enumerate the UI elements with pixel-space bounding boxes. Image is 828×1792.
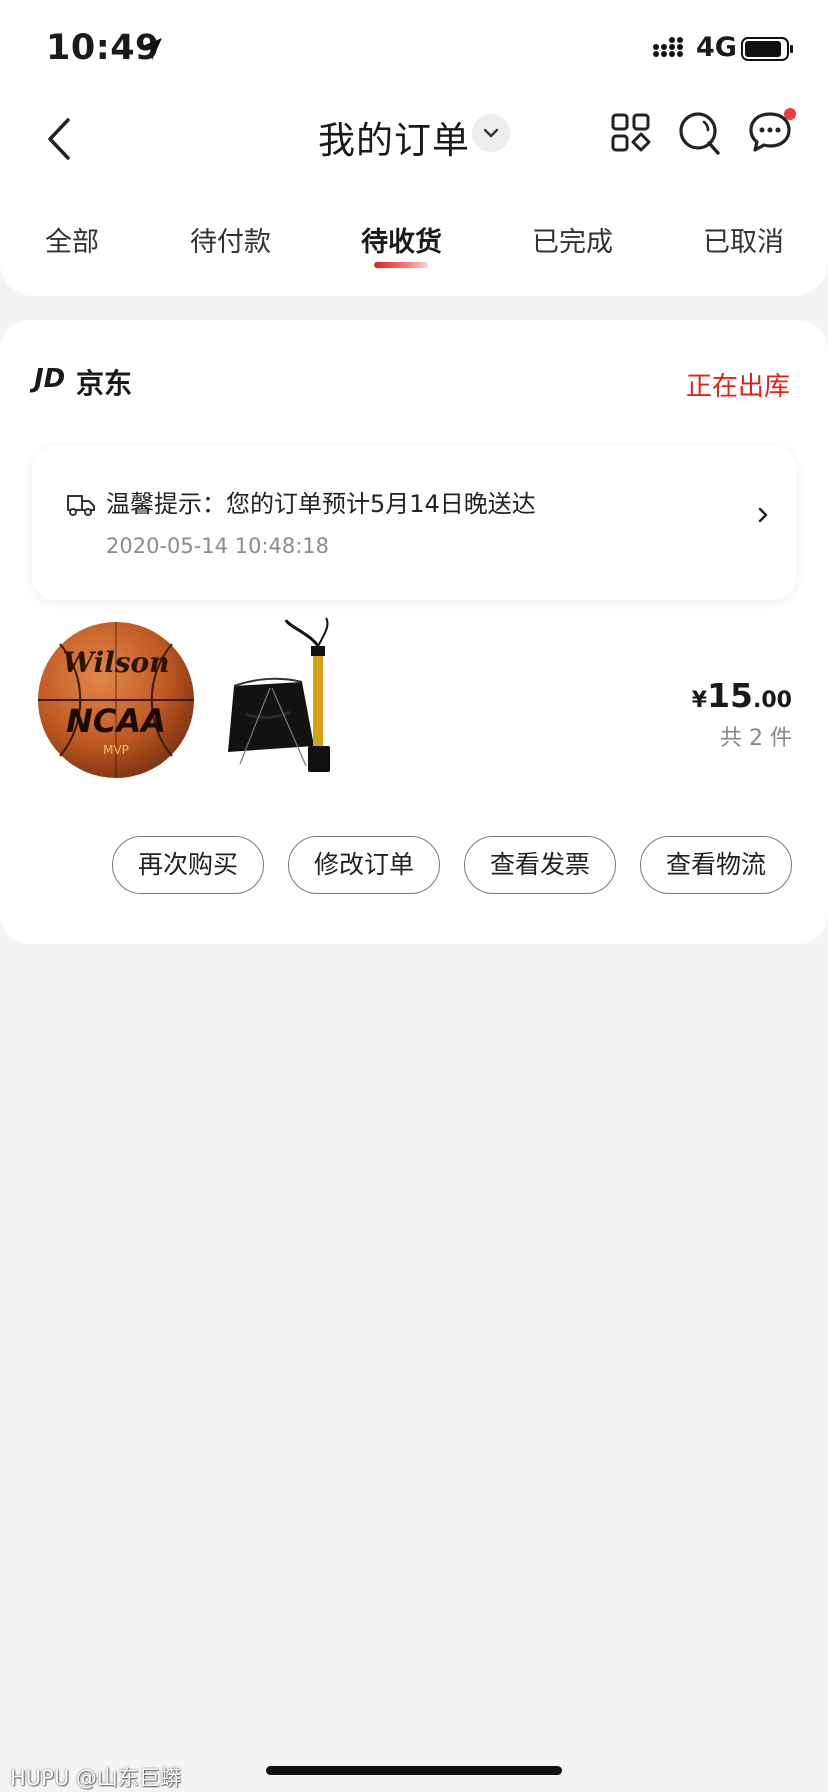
tab-cancelled[interactable]: 已取消 [703,220,784,259]
jd-logo: JD [34,364,66,394]
page-title: 我的订单 [318,119,470,162]
tab-all[interactable]: 全部 [45,220,99,259]
battery-icon [741,37,793,61]
delivery-notice[interactable]: 温馨提示：您的订单预计5月14日晚送达 2020-05-14 10:48:18 [32,446,796,600]
search-icon[interactable] [678,110,722,156]
price-currency: ¥ [691,688,708,713]
page: 10:49 4G 我的订单 全部 待付款 待收货 已完成 已取消 JD 京东 正… [0,0,828,1792]
active-tab-indicator [374,262,428,268]
view-logistics-button[interactable]: 查看物流 [640,836,792,894]
price-decimal: .00 [753,688,792,713]
truck-icon [67,495,95,516]
header-panel: 10:49 4G 我的订单 全部 待付款 待收货 已完成 已取消 [0,0,828,296]
apps-grid-icon[interactable] [610,112,652,154]
notification-dot [784,108,796,120]
chevron-right-icon[interactable] [756,504,770,526]
network-label: 4G [696,32,737,63]
price-integer: 15 [707,676,754,715]
notice-time: 2020-05-14 10:48:18 [106,534,330,558]
status-bar: 10:49 4G [0,0,828,100]
location-arrow-icon [140,38,162,60]
basketball-image[interactable]: Wilson NCAA MVP [32,616,200,784]
shop-name[interactable]: 京东 [76,362,132,402]
order-price: ¥15.00 [692,676,792,715]
ball-brand-text: Wilson [62,646,169,679]
nav-bar: 我的订单 [0,100,828,200]
buy-again-button[interactable]: 再次购买 [112,836,264,894]
order-status: 正在出库 [686,372,791,402]
chevron-down-icon [483,128,499,138]
ball-league-text: NCAA [66,702,166,740]
ball-model-text: MVP [103,743,129,757]
order-tabs: 全部 待付款 待收货 已完成 已取消 [0,210,828,280]
signal-icon [653,37,683,57]
view-invoice-button[interactable]: 查看发票 [464,836,616,894]
notice-text: 温馨提示：您的订单预计5月14日晚送达 [106,490,536,518]
bag-pump-image[interactable] [210,616,370,784]
tab-pending-payment[interactable]: 待付款 [190,220,271,259]
modify-order-button[interactable]: 修改订单 [288,836,440,894]
tab-completed[interactable]: 已完成 [532,220,613,259]
tab-pending-receipt[interactable]: 待收货 [361,220,442,259]
watermark: HUPU @山东巨蟒 [10,1766,181,1790]
home-indicator[interactable] [266,1766,562,1775]
item-count: 共 2 件 [720,726,792,751]
title-dropdown-button[interactable] [472,114,510,152]
back-icon[interactable] [40,114,80,164]
order-card[interactable]: JD 京东 正在出库 温馨提示：您的订单预计5月14日晚送达 2020-05-1… [0,320,828,944]
